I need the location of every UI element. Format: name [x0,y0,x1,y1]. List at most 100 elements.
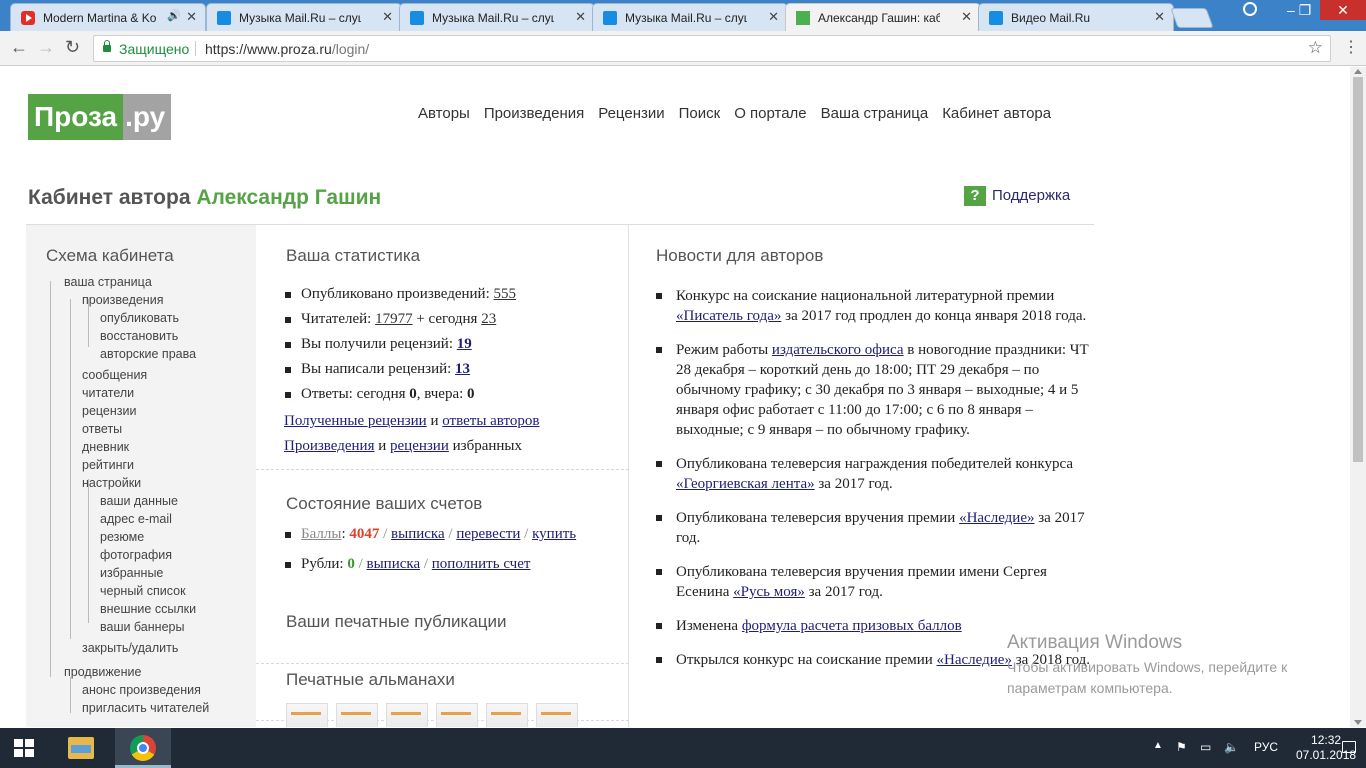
readers-today-link[interactable]: 23 [481,311,496,327]
show-hidden-icons-icon[interactable]: ▲ [1153,740,1163,751]
almanac-cover[interactable] [486,703,528,727]
nav-about[interactable]: О портале [734,105,806,122]
browser-menu-icon[interactable]: ⋮ [1343,39,1359,57]
nav-author-cabinet[interactable]: Кабинет автора [942,105,1051,122]
tab-close-icon[interactable]: ✕ [961,9,972,25]
sidebar-item-readers[interactable]: читатели [82,384,134,402]
news-link[interactable]: формула расчета призовых баллов [742,618,962,634]
sidebar-item-photo[interactable]: фотография [100,546,172,564]
sidebar-item-reviews[interactable]: рецензии [82,402,136,420]
transfer-link[interactable]: перевести [456,526,520,542]
nav-works[interactable]: Произведения [484,105,584,122]
nav-your-page[interactable]: Ваша страница [821,105,929,122]
site-logo[interactable]: Проза .ру [28,94,172,140]
nav-reviews[interactable]: Рецензии [598,105,664,122]
sidebar-item-blacklist[interactable]: черный список [100,582,186,600]
tab-close-icon[interactable]: ✕ [186,9,197,25]
sidebar-item-ratings[interactable]: рейтинги [82,456,134,474]
page-scrollbar[interactable] [1350,67,1366,727]
start-button[interactable] [0,728,48,768]
sidebar-item-banners[interactable]: ваши баннеры [100,618,184,636]
profile-icon[interactable] [1243,2,1257,16]
sidebar-item-works[interactable]: произведения [82,291,163,309]
close-window-button[interactable]: ✕ [1320,0,1366,20]
favorite-reviews-link[interactable]: рецензии [390,438,449,454]
sidebar-item-resume[interactable]: резюме [100,528,144,546]
points-statement-link[interactable]: выписка [391,526,445,542]
nav-search[interactable]: Поиск [679,105,721,122]
tab-mailru-music-1[interactable]: Музыка Mail.Ru – слуша ✕ [206,3,402,31]
buy-link[interactable]: купить [532,526,576,542]
sidebar-item-your-page[interactable]: ваша страница [64,273,152,291]
received-reviews-list-link[interactable]: Полученные рецензии [284,413,427,429]
author-answers-link[interactable]: ответы авторов [442,413,539,429]
sidebar-item-diary[interactable]: дневник [82,438,129,456]
top-up-link[interactable]: пополнить счет [432,556,531,572]
tab-close-icon[interactable]: ✕ [382,9,393,25]
author-name[interactable]: Александр Гашин [196,186,381,209]
address-bar[interactable]: Защищено https://www.proza.ru/login/ ☆ [93,35,1331,62]
rubles-statement-link[interactable]: выписка [367,556,421,572]
network-icon[interactable]: ▭ [1200,740,1211,754]
scroll-thumb[interactable] [1353,77,1363,462]
almanac-cover[interactable] [436,703,478,727]
tab-close-icon[interactable]: ✕ [575,9,586,25]
nav-authors[interactable]: Авторы [418,105,470,122]
sidebar-item-close-delete[interactable]: закрыть/удалить [82,639,178,657]
sidebar-item-copyright[interactable]: авторские права [100,345,196,363]
written-reviews-link[interactable]: 13 [455,361,470,377]
restore-button[interactable]: ❐ [1290,0,1320,20]
notifications-icon[interactable] [1342,741,1356,753]
points-link[interactable]: Баллы [301,526,341,542]
flag-icon[interactable]: ⚑ [1176,740,1187,754]
almanac-cover[interactable] [386,703,428,727]
sidebar-item-restore[interactable]: восстановить [100,327,178,345]
tab-close-icon[interactable]: ✕ [768,9,779,25]
back-arrow-icon[interactable]: ← [10,37,28,57]
support-link[interactable]: ? Поддержка [964,186,1070,206]
sidebar-item-answers[interactable]: ответы [82,420,122,438]
sidebar-item-publish[interactable]: опубликовать [100,309,179,327]
tab-close-icon[interactable]: ✕ [1154,9,1165,25]
sidebar-item-your-data[interactable]: ваши данные [100,492,178,510]
news-link[interactable]: «Георгиевская лента» [676,476,815,492]
volume-icon[interactable]: 🔈 [1224,740,1239,754]
tab-proza-active[interactable]: Александр Гашин: каби ✕ [785,3,981,31]
almanac-cover[interactable] [336,703,378,727]
sidebar-item-email[interactable]: адрес e-mail [100,510,172,528]
language-indicator[interactable]: РУС [1254,740,1278,754]
bookmark-star-icon[interactable]: ☆ [1308,38,1323,58]
reload-icon[interactable]: ↻ [65,37,80,57]
scroll-up-arrow-icon[interactable] [1354,69,1362,74]
print-publications-title[interactable]: Ваши печатные публикации [286,612,507,632]
sidebar-item-settings[interactable]: настройки [82,474,141,492]
speaker-icon[interactable]: 🔊 [167,9,181,22]
published-count-link[interactable]: 555 [494,286,517,302]
taskbar-file-explorer[interactable] [52,728,108,768]
sidebar-item-announce[interactable]: анонс произведения [82,681,201,699]
sidebar-item-messages[interactable]: сообщения [82,366,147,384]
url-text[interactable]: https://www.proza.ru/login/ [205,41,369,57]
favorite-works-link[interactable]: Произведения [284,438,374,454]
readers-count-link[interactable]: 17977 [375,311,413,327]
almanac-cover[interactable] [286,703,328,727]
sidebar-item-invite[interactable]: пригласить читателей [82,699,209,717]
sidebar-item-favorites[interactable]: избранные [100,564,163,582]
news-link[interactable]: «Писатель года» [676,308,781,324]
tab-mailru-video[interactable]: Видео Mail.Ru ✕ [978,3,1174,31]
new-tab-button[interactable] [1170,8,1214,28]
sidebar-item-external-links[interactable]: внешние ссылки [100,600,196,618]
forward-arrow-icon[interactable]: → [37,37,55,57]
tab-mailru-music-2[interactable]: Музыка Mail.Ru – слуша ✕ [399,3,595,31]
news-link[interactable]: «Русь моя» [733,584,805,600]
tab-youtube[interactable]: Modern Martina & Ko 🔊 ✕ [10,3,206,31]
news-link[interactable]: «Наследие» [959,510,1034,526]
almanac-cover[interactable] [536,703,578,727]
received-reviews-link[interactable]: 19 [457,336,472,352]
taskbar-chrome[interactable] [115,728,171,768]
sidebar-item-promotion[interactable]: продвижение [64,663,141,681]
tab-mailru-music-3[interactable]: Музыка Mail.Ru – слуша ✕ [592,3,788,31]
scroll-down-arrow-icon[interactable] [1354,720,1362,725]
news-link[interactable]: «Наследие» [937,652,1012,668]
news-link[interactable]: издательского офиса [772,342,904,358]
